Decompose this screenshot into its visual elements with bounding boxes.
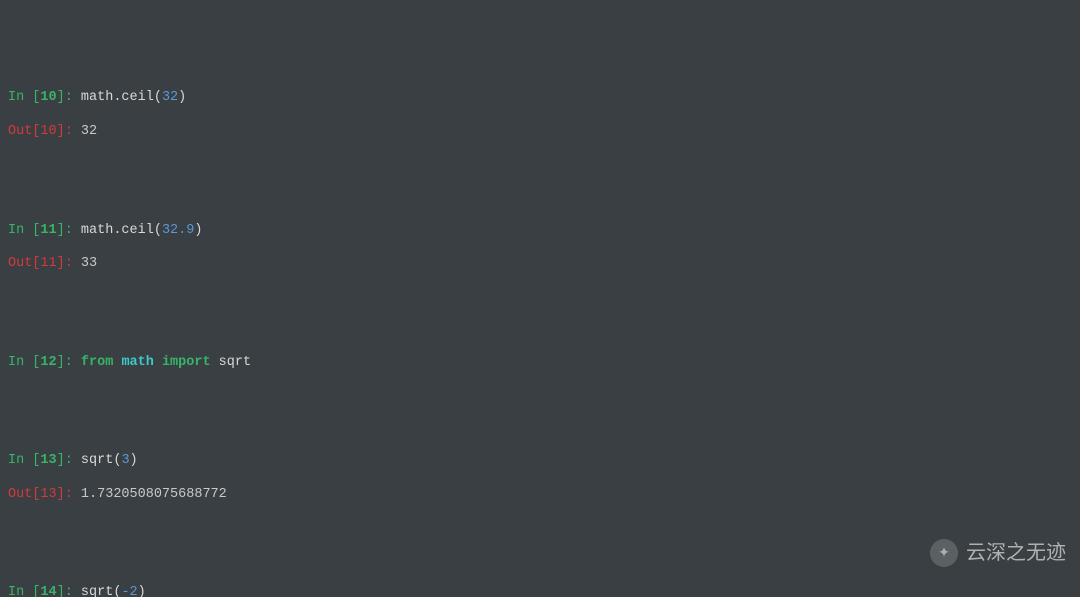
- wechat-icon: ✦: [930, 539, 958, 567]
- watermark-text: 云深之无迹: [966, 541, 1066, 566]
- watermark: ✦ 云深之无迹: [930, 539, 1066, 567]
- in-cell-11[interactable]: In [11]: math.ceil(32.9): [8, 223, 1072, 240]
- in-cell-10[interactable]: In [10]: math.ceil(32): [8, 90, 1072, 107]
- out-cell-11: Out[11]: 33: [8, 256, 1072, 273]
- in-cell-12[interactable]: In [12]: from math import sqrt: [8, 355, 1072, 372]
- in-cell-14[interactable]: In [14]: sqrt(-2): [8, 585, 1072, 597]
- out-cell-10: Out[10]: 32: [8, 124, 1072, 141]
- in-cell-13[interactable]: In [13]: sqrt(3): [8, 453, 1072, 470]
- out-cell-13: Out[13]: 1.7320508075688772: [8, 487, 1072, 504]
